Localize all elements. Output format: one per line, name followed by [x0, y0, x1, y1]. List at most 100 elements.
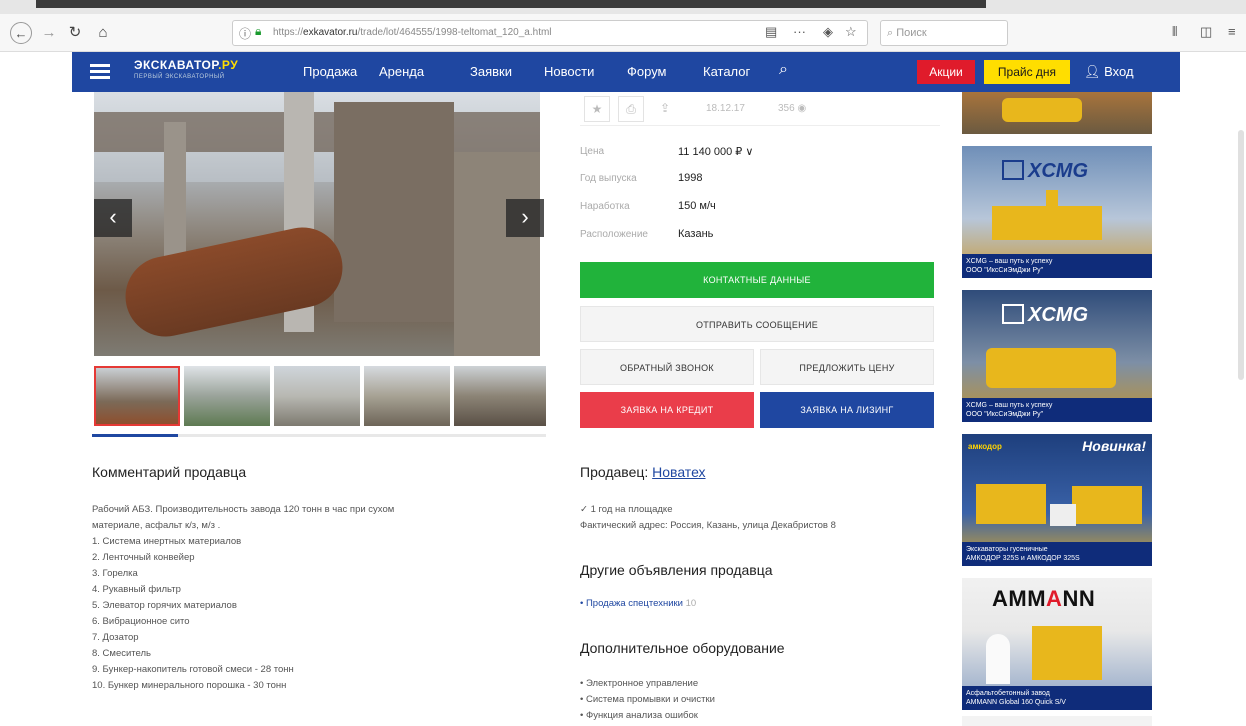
ammann-logo: AMMANN	[992, 586, 1096, 611]
seller-name-link[interactable]: Новатех	[652, 464, 705, 480]
print-icon[interactable]: ⎙	[618, 96, 644, 122]
ad-caption: XCMG – ваш путь к успеху ООО "ИксСиЭмДжи …	[962, 398, 1152, 422]
leasing-request-button[interactable]: ЗАЯВКА НА ЛИЗИНГ	[760, 392, 934, 428]
search-input[interactable]: ⌕ Поиск	[880, 20, 1008, 46]
year-value: 1998	[678, 172, 703, 184]
seller-tenure: ✓ 1 год на площадке	[580, 504, 673, 515]
ad-caption: Асфальтобетонный завод AMMANN Global 160 …	[962, 686, 1152, 710]
comment-line: материале, асфальт к/з, м/з .	[92, 520, 221, 531]
thumbnail-3[interactable]	[274, 366, 360, 426]
other-listings-link[interactable]: • Продажа спецтехники 10	[580, 598, 696, 609]
xcmg-logo: XCMG	[1002, 160, 1088, 183]
comment-line: 1. Система инертных материалов	[92, 536, 242, 547]
thumbnail-1[interactable]	[94, 366, 180, 426]
ad-banner-xcmg-2[interactable]: XCMG XCMG – ваш путь к успеху ООО "ИксСиЭ…	[962, 290, 1152, 422]
logo-main-text: ЭКСКАВАТОР	[134, 58, 219, 72]
callback-button[interactable]: ОБРАТНЫЙ ЗВОНОК	[580, 349, 754, 385]
favorite-star-icon[interactable]: ★	[584, 96, 610, 122]
equipment-list: • Электронное управление • Система промы…	[580, 676, 715, 724]
nav-rent[interactable]: Аренда	[379, 64, 424, 79]
eye-icon: ◉	[797, 103, 807, 114]
user-icon: 👤︎	[1084, 64, 1105, 79]
more-actions-icon[interactable]: ···	[793, 24, 806, 39]
comment-line: 9. Бункер-накопитель готовой смеси - 28 …	[92, 664, 294, 675]
login-link[interactable]: 👤︎ Вход	[1084, 64, 1134, 80]
hours-value: 150 м/ч	[678, 200, 716, 212]
chevron-right-icon: ›	[521, 204, 529, 229]
comment-line: 10. Бункер минерального порошка - 30 тон…	[92, 680, 287, 691]
equipment-item: • Функция анализа ошибок	[580, 710, 698, 721]
thumbnail-5[interactable]	[454, 366, 546, 426]
nav-requests[interactable]: Заявки	[470, 64, 512, 79]
bookmark-star-icon[interactable]: ☆	[845, 24, 857, 40]
amkodor-logo: амкодор	[968, 442, 1002, 451]
seller-label: Продавец:	[580, 464, 649, 480]
photo-prev-button[interactable]: ‹	[94, 199, 132, 237]
price-value[interactable]: 11 140 000 ₽ ∨	[678, 145, 753, 158]
thumbnail-scroll-thumb[interactable]	[92, 434, 178, 437]
pocket-icon[interactable]: ◈	[823, 24, 833, 40]
url-text[interactable]: https://exkavator.ru/trade/lot/464555/19…	[273, 27, 552, 38]
send-message-button[interactable]: ОТПРАВИТЬ СООБЩЕНИЕ	[580, 306, 934, 342]
seller-address: Фактический адрес: Россия, Казань, улица…	[580, 520, 836, 531]
listing-meta-row: ★ ⎙ ⇪ 18.12.17 356 ◉	[580, 92, 940, 126]
credit-request-button[interactable]: ЗАЯВКА НА КРЕДИТ	[580, 392, 754, 428]
url-bar[interactable]: ⓘ 🔒︎ https://exkavator.ru/trade/lot/4645…	[232, 20, 868, 46]
library-icon[interactable]: ⫴	[1172, 24, 1177, 40]
page-scrollbar[interactable]	[1238, 130, 1244, 380]
other-listings-count: 10	[685, 598, 697, 609]
menu-icon[interactable]: ≡	[1228, 24, 1236, 39]
comment-line: 6. Вибрационное сито	[92, 616, 190, 627]
offer-price-button[interactable]: ПРЕДЛОЖИТЬ ЦЕНУ	[760, 349, 934, 385]
thumbnail-4[interactable]	[364, 366, 450, 426]
search-placeholder: Поиск	[896, 27, 927, 39]
seller-info: ✓ 1 год на площадке Фактический адрес: Р…	[580, 502, 836, 534]
main-photo[interactable]	[94, 92, 540, 356]
ad-banner-top[interactable]	[962, 92, 1152, 134]
site-search-icon[interactable]: ⌕	[779, 61, 788, 79]
chevron-left-icon: ‹	[109, 204, 117, 229]
site-logo[interactable]: ЭКСКАВАТОР.РУ ПЕРВЫЙ ЭКСКАВАТОРНЫЙ	[134, 58, 284, 86]
home-icon[interactable]: ⌂	[92, 22, 114, 44]
nav-sale[interactable]: Продажа	[303, 64, 357, 79]
reader-view-icon[interactable]: ▤	[765, 24, 777, 40]
ad-banner-bottom-partial[interactable]	[962, 716, 1152, 726]
equipment-heading: Дополнительное оборудование	[580, 640, 785, 656]
comment-line: Рабочий АБЗ. Производительность завода 1…	[92, 504, 395, 515]
ad-caption: XCMG – ваш путь к успеху ООО "ИксСиЭмДжи …	[962, 254, 1152, 278]
reload-icon[interactable]: ↻	[64, 22, 86, 44]
photo-next-button[interactable]: ›	[506, 199, 544, 237]
site-navbar: ЭКСКАВАТОР.РУ ПЕРВЫЙ ЭКСКАВАТОРНЫЙ Прода…	[72, 52, 1180, 92]
price-of-day-button[interactable]: Прайс дня	[984, 60, 1070, 84]
equipment-item: • Электронное управление	[580, 678, 699, 689]
browser-toolbar: ← → ↻ ⌂ ⓘ 🔒︎ https://exkavator.ru/trade/…	[0, 14, 1246, 52]
thumbnail-2[interactable]	[184, 366, 270, 426]
xcmg-logo: XCMG	[1002, 304, 1088, 327]
ad-banner-xcmg-1[interactable]: XCMG XCMG – ваш путь к успеху ООО "ИксСиЭ…	[962, 146, 1152, 278]
comment-line: 4. Рукавный фильтр	[92, 584, 181, 595]
nav-catalog[interactable]: Каталог	[703, 64, 750, 79]
info-icon[interactable]: ⓘ	[239, 25, 251, 42]
forward-icon[interactable]: →	[38, 22, 60, 44]
price-label: Цена	[580, 146, 605, 157]
views-count: 356 ◉	[778, 103, 807, 114]
back-icon[interactable]: ←	[10, 22, 32, 44]
comment-line: 8. Смеситель	[92, 648, 151, 659]
promotions-button[interactable]: Акции	[917, 60, 975, 84]
hamburger-icon[interactable]	[90, 64, 110, 80]
seller-heading: Продавец: Новатех	[580, 464, 706, 480]
share-icon[interactable]: ⇪	[652, 96, 678, 122]
browser-top-strip	[0, 0, 1246, 14]
nav-news[interactable]: Новости	[544, 64, 594, 79]
comment-line: 2. Ленточный конвейер	[92, 552, 195, 563]
hours-label: Наработка	[580, 201, 630, 212]
nav-forum[interactable]: Форум	[627, 64, 667, 79]
logo-ru-text: .РУ	[218, 58, 239, 72]
ad-banner-amkodor[interactable]: амкодор Новинка! Экскаваторы гусеничные А…	[962, 434, 1152, 566]
contacts-button[interactable]: КОНТАКТНЫЕ ДАННЫЕ	[580, 262, 934, 298]
comment-line: 7. Дозатор	[92, 632, 139, 643]
login-label: Вход	[1104, 64, 1134, 79]
other-listings-label[interactable]: Продажа спецтехники	[586, 598, 683, 609]
sidebar-icon[interactable]: ◫	[1200, 24, 1212, 40]
ad-banner-ammann[interactable]: AMMANN Асфальтобетонный завод AMMANN Glob…	[962, 578, 1152, 710]
